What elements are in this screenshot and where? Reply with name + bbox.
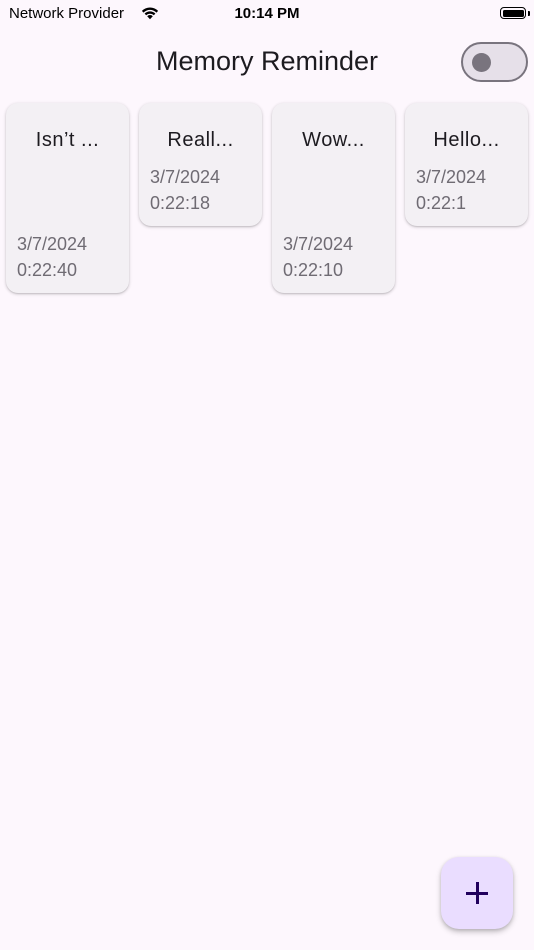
card-title: Hello... (433, 129, 500, 151)
card-date-day: 3/7/2024 (283, 234, 354, 254)
card-date-day: 3/7/2024 (416, 167, 487, 187)
card-date: 3/7/2024 0:22:18 (150, 164, 220, 216)
card-title: Reall... (167, 129, 234, 151)
card-date: 3/7/2024 0:22:1 (416, 164, 486, 216)
card-title: Isn’t ... (35, 129, 100, 151)
card-date-time: 0:22:10 (283, 260, 344, 280)
memory-card-4[interactable]: Hello... 3/7/2024 0:22:1 (405, 103, 528, 226)
add-memory-button[interactable] (441, 857, 513, 929)
card-date-time: 0:22:40 (17, 260, 78, 280)
status-time: 10:14 PM (234, 5, 300, 22)
theme-toggle[interactable] (461, 42, 528, 82)
memory-card-3[interactable]: Wow... 3/7/2024 0:22:10 (272, 103, 395, 293)
status-bar: Network Provider 10:14 PM (0, 0, 534, 28)
card-date-day: 3/7/2024 (150, 167, 221, 187)
card-date: 3/7/2024 0:22:40 (17, 231, 87, 283)
card-date-time: 0:22:18 (150, 193, 211, 213)
card-date-day: 3/7/2024 (17, 234, 88, 254)
battery-level (502, 9, 524, 17)
memory-card-2[interactable]: Reall... 3/7/2024 0:22:18 (139, 103, 262, 226)
page-title: Memory Reminder (155, 46, 379, 76)
card-title: Wow... (302, 129, 365, 151)
card-date: 3/7/2024 0:22:10 (283, 231, 353, 283)
battery-icon (500, 7, 526, 19)
plus-icon (466, 882, 488, 904)
toggle-switch-icon (472, 53, 491, 72)
card-date-time: 0:22:1 (416, 193, 467, 213)
battery-cap (528, 11, 530, 16)
memory-card-1[interactable]: Isn’t ... 3/7/2024 0:22:40 (6, 103, 129, 293)
